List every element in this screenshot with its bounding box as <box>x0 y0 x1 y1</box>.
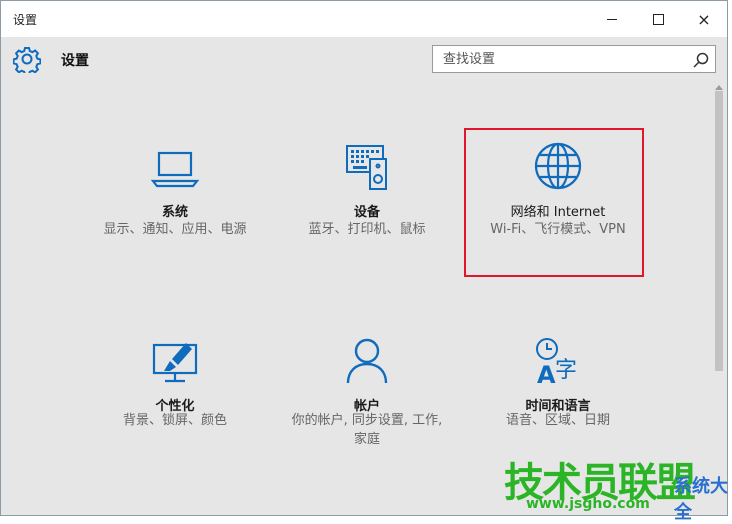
watermark-url: www.jsgho.com <box>526 496 650 512</box>
laptop-icon <box>150 151 200 188</box>
maximize-icon <box>652 13 664 25</box>
svg-text:字: 字 <box>555 358 577 383</box>
tile-description: 背景、锁屏、颜色 <box>122 413 227 428</box>
personalization-icon <box>152 343 198 383</box>
tile-title: 系统 <box>161 205 188 220</box>
close-button[interactable]: × <box>681 1 727 37</box>
account-icon <box>346 338 388 384</box>
tile-description: 你的帐户, 同步设置, 工作, 家庭 <box>291 413 443 447</box>
settings-header: 设置 <box>1 37 727 83</box>
window-title: 设置 <box>13 13 38 27</box>
highlight-box <box>464 128 644 277</box>
time-language-icon: A 字 <box>536 338 577 389</box>
tile-description: 显示、通知、应用、电源 <box>103 222 247 237</box>
tile-personalization[interactable]: 个性化 背景、锁屏、颜色 <box>85 331 265 481</box>
title-bar[interactable]: 设置 × <box>1 1 727 37</box>
search-input[interactable] <box>433 46 703 72</box>
page-title: 设置 <box>61 53 89 69</box>
tile-system[interactable]: 系统 显示、通知、应用、电源 <box>85 133 265 283</box>
tile-description: 语音、区域、日期 <box>505 413 610 428</box>
scroll-thumb[interactable] <box>715 91 723 371</box>
svg-text:A: A <box>537 361 556 389</box>
devices-icon <box>346 145 387 190</box>
settings-window: 设置 × 设置 查找设置 系统 显示、通知、应用、电源 设备 蓝牙、打印机、鼠标… <box>0 0 728 516</box>
tile-devices[interactable]: 设备 蓝牙、打印机、鼠标 <box>277 133 457 283</box>
tile-description: 蓝牙、打印机、鼠标 <box>308 222 426 237</box>
minimize-icon <box>607 18 617 20</box>
tile-title: 设备 <box>353 205 380 220</box>
watermark: 技术员联盟 系统大全 www.jsgho.com <box>504 450 732 523</box>
scroll-up-icon[interactable] <box>715 83 723 91</box>
watermark-sub: 系统大全 <box>674 476 728 523</box>
maximize-button[interactable] <box>635 1 681 37</box>
minimize-button[interactable] <box>589 1 635 37</box>
tile-accounts[interactable]: 帐户 你的帐户, 同步设置, 工作, 家庭 <box>277 331 457 481</box>
scrollbar[interactable] <box>713 83 725 513</box>
gear-icon <box>13 47 41 73</box>
search-icon[interactable] <box>691 50 711 70</box>
search-box[interactable] <box>432 45 716 73</box>
close-icon: × <box>697 9 711 29</box>
